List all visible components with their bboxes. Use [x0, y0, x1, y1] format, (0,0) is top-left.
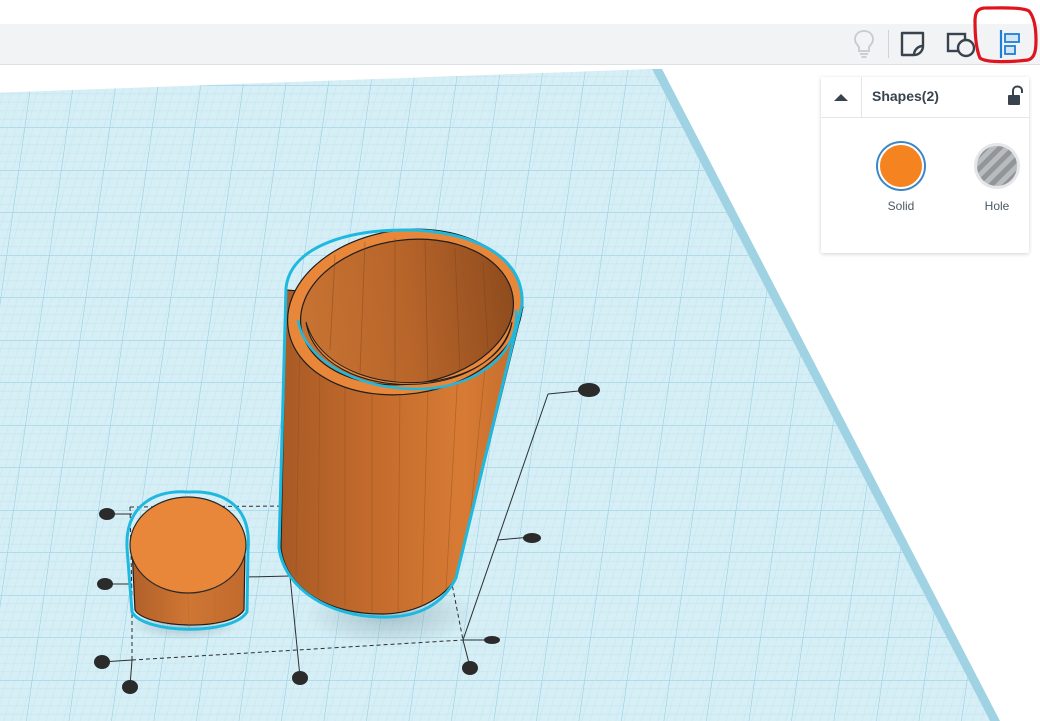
solid-label: Solid: [887, 199, 915, 213]
inspector-title: Shapes(2): [872, 88, 939, 104]
align-icon: [999, 30, 1020, 58]
caret-up-icon: [834, 94, 848, 101]
ungroup-button[interactable]: [939, 24, 981, 64]
solid-swatch: [878, 143, 924, 189]
unlock-icon: [1008, 85, 1023, 105]
group-button[interactable]: [892, 24, 934, 64]
shape-inspector-panel: Shapes(2) Solid Hole: [821, 77, 1029, 253]
lightbulb-icon: [854, 30, 874, 58]
combine-icon: [946, 32, 975, 58]
hole-option[interactable]: Hole: [967, 143, 1027, 213]
small-cylinder-shape: [125, 490, 250, 631]
align-button[interactable]: [990, 24, 1032, 64]
notes-button[interactable]: [843, 24, 885, 64]
solid-option[interactable]: Solid: [871, 143, 931, 213]
hole-swatch: [974, 143, 1020, 189]
collapse-inspector-button[interactable]: [821, 77, 862, 117]
toolbar-separator: [888, 30, 889, 58]
hole-label: Hole: [984, 199, 1010, 213]
lock-button[interactable]: [1005, 85, 1025, 109]
top-toolbar: [0, 24, 1040, 65]
inspector-header: Shapes(2): [821, 77, 1029, 118]
note-shape-icon: [900, 31, 925, 57]
